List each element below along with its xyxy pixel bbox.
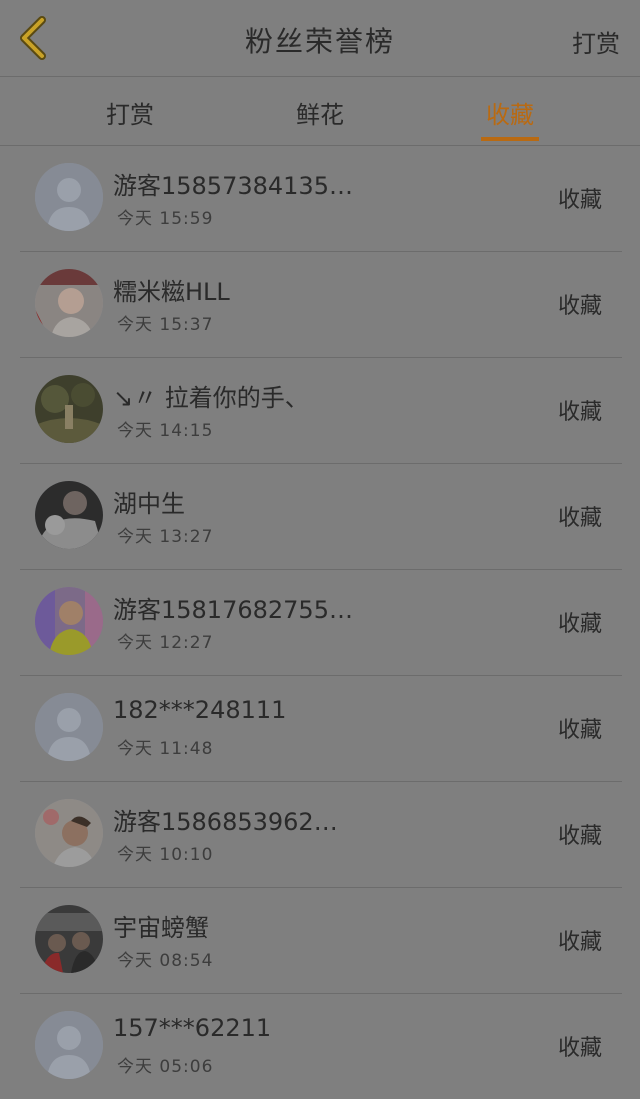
- list-item[interactable]: 宇宙螃蟹 今天 08:54 收藏: [20, 888, 622, 994]
- tab-bar: 打赏 鲜花 收藏: [0, 77, 640, 146]
- top-bar: 粉丝荣誉榜 打赏: [0, 0, 640, 77]
- active-tab-indicator: [481, 137, 539, 141]
- fan-list: 游客15857384135… 今天 15:59 收藏 糯米糍HLL 今天 15:…: [0, 146, 640, 1099]
- fan-name: 游客15817682755…: [113, 596, 353, 624]
- fan-name: 湖中生: [113, 490, 185, 518]
- favorite-label: 收藏: [557, 718, 602, 743]
- tab-favorites[interactable]: 收藏: [450, 95, 570, 130]
- fan-time: 今天 13:27: [117, 527, 214, 547]
- photo-avatar-icon: [35, 481, 103, 549]
- avatar: [35, 269, 103, 337]
- fan-time: 今天 11:48: [117, 739, 214, 759]
- fan-name: 游客15857384135…: [113, 172, 353, 200]
- list-item[interactable]: 游客1586853962… 今天 10:10 收藏: [20, 782, 622, 888]
- page-title: 粉丝荣誉榜: [244, 25, 395, 58]
- avatar: [35, 905, 103, 973]
- fan-name: 182***248111: [113, 696, 287, 724]
- list-item[interactable]: ↘〃 拉着你的手、 今天 14:15 收藏: [20, 358, 622, 464]
- avatar: [35, 693, 103, 761]
- avatar: [35, 481, 103, 549]
- favorite-label: 收藏: [557, 1036, 602, 1061]
- avatar: [35, 587, 103, 655]
- photo-avatar-icon: [35, 799, 103, 867]
- fan-time: 今天 05:06: [117, 1057, 214, 1077]
- fan-time: 今天 15:37: [117, 315, 214, 335]
- list-item[interactable]: 157***62211 今天 05:06 收藏: [20, 994, 622, 1099]
- favorite-label: 收藏: [557, 294, 602, 319]
- list-item[interactable]: 182***248111 今天 11:48 收藏: [20, 676, 622, 782]
- list-item[interactable]: 游客15817682755… 今天 12:27 收藏: [20, 570, 622, 676]
- photo-avatar-icon: [35, 269, 103, 337]
- fan-time: 今天 08:54: [117, 951, 214, 971]
- list-item[interactable]: 糯米糍HLL 今天 15:37 收藏: [20, 252, 622, 358]
- favorite-label: 收藏: [557, 188, 602, 213]
- default-avatar-icon: [35, 693, 103, 761]
- fan-name: ↘〃 拉着你的手、: [113, 384, 309, 412]
- fan-time: 今天 14:15: [117, 421, 214, 441]
- reward-button[interactable]: 打赏: [572, 24, 620, 59]
- tab-flowers[interactable]: 鲜花: [260, 95, 380, 130]
- favorite-label: 收藏: [557, 506, 602, 531]
- avatar: [35, 375, 103, 443]
- fan-time: 今天 12:27: [117, 633, 214, 653]
- fan-name: 糯米糍HLL: [113, 278, 230, 306]
- avatar: [35, 799, 103, 867]
- photo-avatar-icon: [35, 905, 103, 973]
- fan-name: 宇宙螃蟹: [113, 914, 209, 942]
- list-item[interactable]: 游客15857384135… 今天 15:59 收藏: [20, 146, 622, 252]
- tab-reward[interactable]: 打赏: [70, 95, 190, 130]
- avatar: [35, 1011, 103, 1079]
- default-avatar-icon: [35, 1011, 103, 1079]
- favorite-label: 收藏: [557, 930, 602, 955]
- fan-name: 游客1586853962…: [113, 808, 338, 836]
- favorite-label: 收藏: [557, 824, 602, 849]
- photo-avatar-icon: [35, 375, 103, 443]
- favorite-label: 收藏: [557, 612, 602, 637]
- list-item[interactable]: 湖中生 今天 13:27 收藏: [20, 464, 622, 570]
- photo-avatar-icon: [35, 587, 103, 655]
- fan-time: 今天 10:10: [117, 845, 214, 865]
- fan-time: 今天 15:59: [117, 209, 214, 229]
- default-avatar-icon: [35, 163, 103, 231]
- fan-name: 157***62211: [113, 1014, 272, 1042]
- favorite-label: 收藏: [557, 400, 602, 425]
- avatar: [35, 163, 103, 231]
